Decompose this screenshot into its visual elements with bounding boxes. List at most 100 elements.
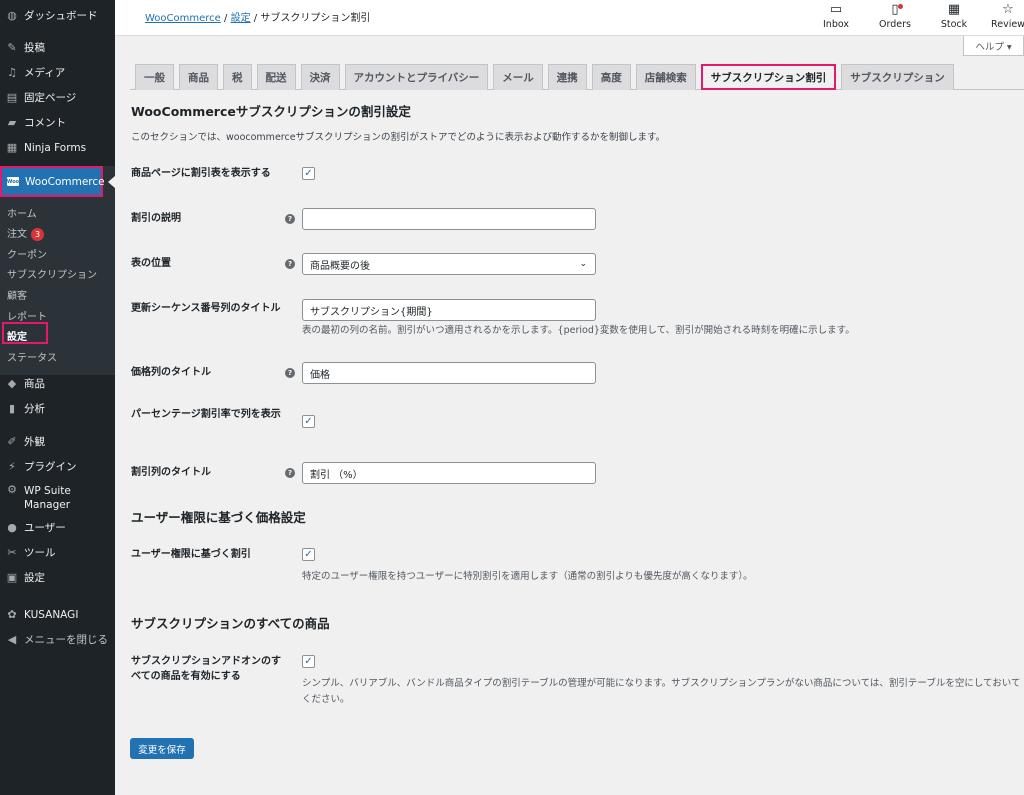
sidebar-item-tools[interactable]: ✂ ツール (0, 540, 115, 565)
sidebar-item-dashboard[interactable]: ◍ ダッシュボード (0, 3, 115, 28)
top-bar: WooCommerce / 設定 / サブスクリプション割引 ▭ Inbox ▯ O… (115, 0, 1024, 36)
sidebar-content-group: ✎ 投稿 ♫ メディア ▤ 固定ページ ▰ コメント ▦ Ninja Forms (0, 35, 115, 160)
orders-button[interactable]: ▯ Orders (870, 2, 920, 30)
breadcrumb-woocommerce-link[interactable]: WooCommerce (145, 13, 221, 24)
tab-tax[interactable]: 税 (223, 64, 252, 90)
tab-general[interactable]: 一般 (135, 64, 174, 90)
help-icon[interactable]: ? (285, 468, 295, 478)
sidebar-bottom-group-2: ✐ 外観 ⚡ プラグイン ⚙ WP Suite Manager ● ユーザー ✂ ツール … (0, 429, 115, 590)
breadcrumb-current: サブスクリプション割引 (260, 13, 371, 24)
sidebar-item-comments[interactable]: ▰ コメント (0, 110, 115, 135)
help-icon[interactable]: ? (285, 214, 295, 224)
forms-icon: ▦ (6, 141, 18, 154)
users-icon: ● (7, 521, 17, 534)
tab-products[interactable]: 商品 (179, 64, 218, 90)
breadcrumb: WooCommerce / 設定 / サブスクリプション割引 (145, 13, 371, 24)
section-title-role-pricing: ユーザー権限に基づく価格設定 (131, 510, 306, 525)
inbox-button[interactable]: ▭ Inbox (811, 2, 861, 30)
collapse-icon: ◀ (7, 633, 17, 646)
tab-accounts-privacy[interactable]: アカウントとプライバシー (344, 64, 489, 90)
sidebar-item-users[interactable]: ● ユーザー (0, 515, 115, 540)
current-menu-arrow (108, 176, 115, 188)
show-table-label: 商品ページに割引表を表示する (131, 168, 271, 179)
tab-store-locator[interactable]: 店舗検索 (635, 64, 696, 90)
breadcrumb-settings-link[interactable]: 設定 (231, 13, 251, 24)
role-discount-checkbox[interactable]: ✓ (302, 548, 315, 561)
price-column-title-input[interactable]: 価格 (302, 362, 596, 384)
sidebar-item-woocommerce[interactable]: Woo WooCommerce (0, 166, 105, 197)
help-icon[interactable]: ? (285, 259, 295, 269)
help-icon[interactable]: ? (285, 368, 295, 378)
plugin-icon: ⚡ (8, 460, 16, 473)
table-position-label: 表の位置 (131, 258, 171, 269)
submenu-item-coupons[interactable]: クーポン (7, 246, 47, 261)
review-button[interactable]: ☆ Review (983, 2, 1024, 30)
tab-shipping[interactable]: 配送 (256, 64, 296, 90)
percentage-column-label: パーセンテージ割引率で列を表示 (131, 409, 281, 420)
tab-subscriptions[interactable]: サブスクリプション (841, 64, 954, 90)
renewal-column-title-label: 更新シーケンス番号列のタイトル (131, 303, 281, 314)
orders-count-badge: 3 (31, 228, 44, 241)
products-icon: ◆ (7, 377, 17, 390)
settings-icon: ▣ (6, 571, 18, 584)
discount-description-input[interactable] (302, 208, 596, 230)
tab-subscription-discounts[interactable]: サブスクリプション割引 (700, 64, 837, 90)
submenu-item-subscriptions[interactable]: サブスクリプション (7, 266, 97, 281)
chevron-down-icon: ⌄ (579, 259, 587, 269)
settings-highlight (2, 322, 48, 344)
pin-icon: ✎ (7, 41, 17, 54)
admin-sidebar: ◍ ダッシュボード ✎ 投稿 ♫ メディア ▤ 固定ページ ▰ コメント ▦ Ninja F… (0, 0, 115, 795)
table-position-select[interactable]: 商品概要の後 ⌄ (302, 253, 596, 275)
submenu-item-orders[interactable]: 注文 3 (7, 225, 44, 241)
section-title-all-products: サブスクリプションのすべての商品 (131, 616, 330, 631)
show-table-checkbox[interactable]: ✓ (302, 167, 315, 180)
kusanagi-icon: ✿ (7, 608, 17, 621)
save-changes-button[interactable]: 変更を保存 (130, 738, 194, 759)
all-products-checkbox[interactable]: ✓ (302, 655, 315, 668)
sidebar-item-kusanagi[interactable]: ✿ KUSANAGI (0, 602, 115, 627)
submenu-item-customers[interactable]: 顧客 (7, 287, 27, 302)
sidebar-item-appearance[interactable]: ✐ 外観 (0, 429, 115, 454)
tab-advanced[interactable]: 高度 (591, 64, 631, 90)
renewal-column-title-input[interactable]: サブスクリプション{期間} (302, 299, 596, 321)
sidebar-item-products[interactable]: ◆ 商品 (0, 371, 115, 396)
sidebar-item-ninja-forms[interactable]: ▦ Ninja Forms (0, 135, 115, 160)
sidebar-item-pages[interactable]: ▤ 固定ページ (0, 85, 115, 110)
percentage-column-checkbox[interactable]: ✓ (302, 415, 315, 428)
stock-button[interactable]: ▦ Stock (929, 2, 979, 30)
sidebar-item-analytics[interactable]: ▮ 分析 (0, 396, 115, 421)
discount-column-title-label: 割引列のタイトル (131, 467, 211, 478)
section-title-discount-settings: WooCommerceサブスクリプションの割引設定 (131, 104, 411, 119)
stock-icon: ▦ (947, 2, 961, 17)
submenu-item-reports[interactable]: レポート (7, 308, 47, 323)
tab-payments[interactable]: 決済 (300, 64, 340, 90)
all-products-description: シンプル、バリアブル、バンドル商品タイプの割引テーブルの管理が可能になります。サ… (302, 678, 1021, 705)
discount-description-label: 割引の説明 (131, 213, 181, 224)
help-tab-button[interactable]: ヘルプ ▾ (963, 36, 1024, 56)
submenu-item-status[interactable]: ステータス (7, 349, 57, 364)
sidebar-top-group: ◍ ダッシュボード (0, 3, 115, 28)
collapse-menu-button[interactable]: ◀ メニューを閉じる (0, 627, 115, 652)
renewal-column-description: 表の最初の列の名前。割引がいつ適用されるかを示します。{period}変数を使用… (302, 325, 855, 336)
orders-icon: ▯ (891, 2, 899, 17)
role-discount-description: 特定のユーザー権限を持つユーザーに特別割引を適用します（通常の割引よりも優先度が… (302, 571, 753, 582)
role-discount-label: ユーザー権限に基づく割引 (131, 549, 251, 560)
orders-notification-dot (898, 4, 903, 9)
discount-column-title-input[interactable]: 割引 （%） (302, 462, 596, 484)
price-column-title-label: 価格列のタイトル (131, 367, 211, 378)
inbox-icon: ▭ (829, 2, 843, 17)
tab-integration[interactable]: 連携 (547, 64, 587, 90)
tab-emails[interactable]: メール (493, 64, 543, 90)
tools-icon: ✂ (7, 546, 17, 559)
star-icon: ☆ (1002, 2, 1014, 17)
sidebar-item-plugins[interactable]: ⚡ プラグイン (0, 454, 115, 479)
dashboard-icon: ◍ (7, 9, 17, 22)
section-description: このセクションでは、woocommerceサブスクリプションの割引がストアでどの… (131, 132, 666, 143)
sidebar-item-wp-suite-manager[interactable]: ⚙ WP Suite Manager (0, 479, 115, 515)
submenu-item-home[interactable]: ホーム (7, 205, 37, 220)
sidebar-item-posts[interactable]: ✎ 投稿 (0, 35, 115, 60)
sidebar-item-settings[interactable]: ▣ 設定 (0, 565, 115, 590)
media-icon: ♫ (7, 66, 17, 79)
sidebar-item-media[interactable]: ♫ メディア (0, 60, 115, 85)
woocommerce-logo-icon: Woo (6, 177, 20, 186)
